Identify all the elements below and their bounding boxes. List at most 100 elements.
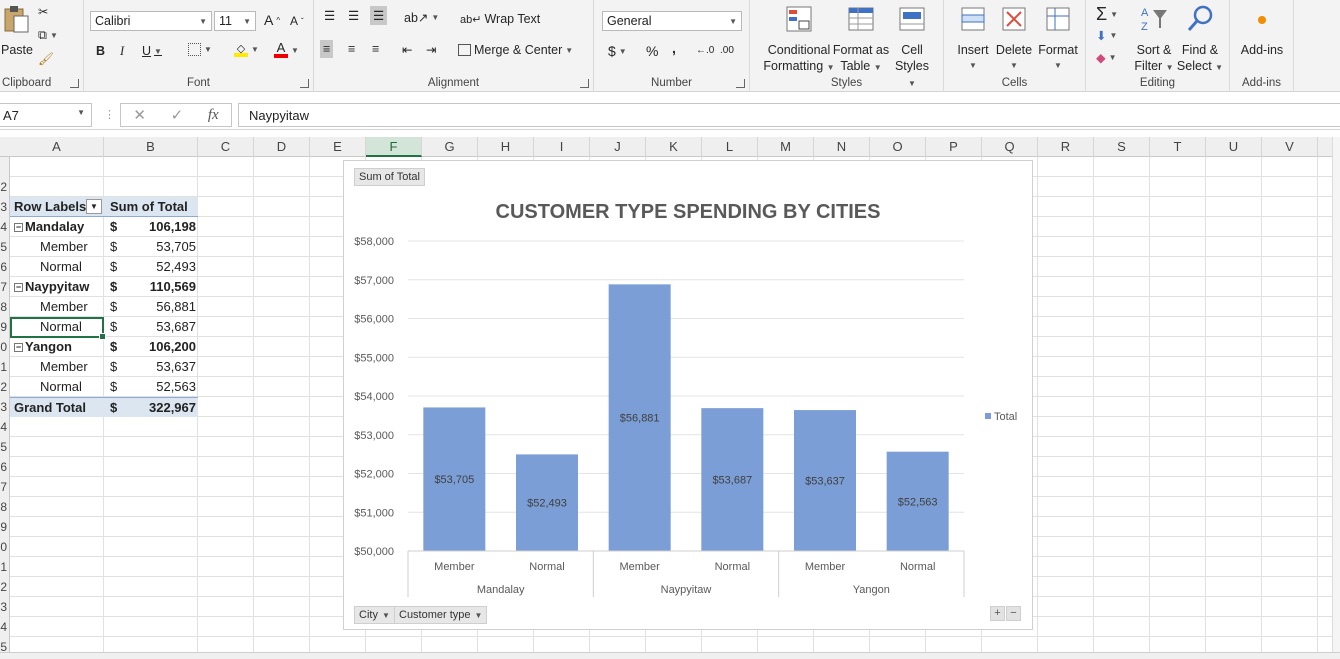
name-box[interactable]: A7 ▼ bbox=[0, 103, 92, 127]
underline-button[interactable]: U ▼ bbox=[142, 44, 162, 58]
number-format-combo[interactable]: General ▼ bbox=[602, 11, 742, 31]
chart-legend[interactable]: Total bbox=[985, 411, 1017, 423]
row-header[interactable]: 6 bbox=[0, 457, 7, 477]
horizontal-scrollbar[interactable] bbox=[0, 652, 1340, 659]
clipboard-launcher-icon[interactable] bbox=[70, 79, 79, 88]
column-header[interactable]: S bbox=[1094, 137, 1150, 157]
pivot-detail-row[interactable]: Member $56,881 bbox=[10, 297, 198, 317]
pivot-group-row[interactable]: − Mandalay $106,198 bbox=[10, 217, 198, 237]
value-field-button[interactable]: Sum of Total bbox=[354, 168, 425, 186]
pivot-group-row[interactable]: − Yangon $106,200 bbox=[10, 337, 198, 357]
font-size-combo[interactable]: 11 ▼ bbox=[214, 11, 256, 31]
middle-align-button[interactable]: ☰ bbox=[348, 8, 359, 23]
insert-function-button[interactable]: fx bbox=[208, 107, 219, 124]
row-header[interactable]: 5 bbox=[0, 437, 7, 457]
bottom-align-button[interactable]: ☰ bbox=[370, 6, 388, 25]
column-header[interactable]: Q bbox=[982, 137, 1038, 157]
conditional-formatting-button[interactable]: Conditional Formatting ▼ bbox=[758, 4, 840, 76]
increase-indent-button[interactable]: ⇥ bbox=[426, 42, 436, 57]
column-header[interactable]: L bbox=[702, 137, 758, 157]
row-header[interactable]: 3 bbox=[0, 197, 7, 217]
formula-input[interactable]: Naypyitaw bbox=[238, 103, 1340, 127]
align-center-button[interactable]: ≡ bbox=[348, 42, 355, 56]
column-header[interactable]: O bbox=[870, 137, 926, 157]
row-header[interactable]: 4 bbox=[0, 617, 7, 637]
column-header[interactable]: B bbox=[104, 137, 198, 157]
column-header[interactable]: R bbox=[1038, 137, 1094, 157]
expand-field-button[interactable]: + bbox=[990, 606, 1005, 621]
column-header[interactable]: N bbox=[814, 137, 870, 157]
collapse-icon[interactable]: − bbox=[14, 223, 23, 232]
addins-button[interactable]: Add-ins bbox=[1236, 4, 1288, 58]
row-header[interactable]: 6 bbox=[0, 257, 7, 277]
autosum-button[interactable]: Σ ▼ bbox=[1096, 4, 1118, 25]
pivot-detail-row[interactable]: Normal $52,563 bbox=[10, 377, 198, 397]
currency-button[interactable]: $ ▼ bbox=[608, 43, 627, 59]
column-header[interactable]: P bbox=[926, 137, 982, 157]
row-header[interactable]: 4 bbox=[0, 417, 7, 437]
column-header[interactable]: U bbox=[1206, 137, 1262, 157]
vertical-scrollbar[interactable] bbox=[1332, 137, 1340, 652]
column-header[interactable]: D bbox=[254, 137, 310, 157]
row-header[interactable]: 8 bbox=[0, 297, 7, 317]
row-header[interactable]: 9 bbox=[0, 317, 7, 337]
cut-button[interactable]: ✂ bbox=[38, 4, 48, 19]
collapse-icon[interactable]: − bbox=[14, 283, 23, 292]
pivot-detail-row[interactable]: Normal $52,493 bbox=[10, 257, 198, 277]
sort-filter-button[interactable]: AZ Sort & Filter ▼ bbox=[1132, 4, 1176, 76]
customer-type-field-button[interactable]: Customer type ▼ bbox=[394, 606, 488, 624]
find-select-button[interactable]: Find & Select ▼ bbox=[1176, 4, 1224, 76]
alignment-launcher-icon[interactable] bbox=[580, 79, 589, 88]
italic-button[interactable]: I bbox=[120, 44, 124, 59]
paste-button[interactable]: Paste bbox=[0, 4, 34, 58]
percent-button[interactable]: % bbox=[646, 43, 658, 59]
column-header[interactable]: I bbox=[534, 137, 590, 157]
font-name-combo[interactable]: Calibri ▼ bbox=[90, 11, 212, 31]
font-color-button[interactable]: A ▼ bbox=[274, 41, 299, 58]
row-header[interactable]: 4 bbox=[0, 217, 7, 237]
fill-button[interactable]: ⬇ ▼ bbox=[1096, 28, 1117, 43]
row-header[interactable]: 2 bbox=[0, 377, 7, 397]
row-header[interactable]: 0 bbox=[0, 337, 7, 357]
grow-font-button[interactable]: A ^ bbox=[264, 12, 280, 28]
number-launcher-icon[interactable] bbox=[736, 79, 745, 88]
column-header[interactable]: M bbox=[758, 137, 814, 157]
increase-decimal-button[interactable]: ←.0 bbox=[696, 45, 714, 56]
orientation-button[interactable]: ab↗ ▼ bbox=[404, 10, 439, 25]
column-header[interactable]: E bbox=[310, 137, 366, 157]
row-header[interactable]: 3 bbox=[0, 397, 7, 417]
row-header[interactable]: 0 bbox=[0, 537, 7, 557]
row-header[interactable]: 8 bbox=[0, 497, 7, 517]
align-left-button[interactable]: ≡ bbox=[320, 40, 334, 58]
delete-button[interactable]: Delete ▼ bbox=[994, 4, 1034, 74]
borders-button[interactable]: ▼ bbox=[188, 43, 212, 56]
shrink-font-button[interactable]: Aˇ bbox=[290, 14, 304, 28]
pivot-detail-row[interactable]: Member $53,705 bbox=[10, 237, 198, 257]
column-header[interactable]: C bbox=[198, 137, 254, 157]
row-header[interactable]: 9 bbox=[0, 517, 7, 537]
top-align-button[interactable]: ☰ bbox=[324, 8, 335, 23]
column-header[interactable]: V bbox=[1262, 137, 1318, 157]
row-labels-filter-button[interactable]: ▼ bbox=[86, 199, 102, 214]
align-right-button[interactable]: ≡ bbox=[372, 42, 379, 56]
row-header[interactable]: 1 bbox=[0, 557, 7, 577]
collapse-field-button[interactable]: − bbox=[1006, 606, 1021, 621]
column-header[interactable]: G bbox=[422, 137, 478, 157]
comma-style-button[interactable]: , bbox=[672, 40, 676, 56]
merge-center-button[interactable]: Merge & Center ▼ bbox=[458, 43, 573, 57]
format-painter-button[interactable]: 🖌 bbox=[38, 52, 54, 67]
city-field-button[interactable]: City ▼ bbox=[354, 606, 395, 624]
fill-color-button[interactable]: ◇ ▼ bbox=[234, 42, 259, 57]
font-launcher-icon[interactable] bbox=[300, 79, 309, 88]
format-as-table-button[interactable]: Format as Table ▼ bbox=[832, 4, 890, 76]
column-header[interactable]: J bbox=[590, 137, 646, 157]
pivot-detail-row[interactable]: Member $53,637 bbox=[10, 357, 198, 377]
row-header[interactable]: 7 bbox=[0, 477, 7, 497]
decrease-indent-button[interactable]: ⇤ bbox=[402, 42, 412, 57]
row-header[interactable]: 3 bbox=[0, 597, 7, 617]
format-button[interactable]: Format ▼ bbox=[1036, 4, 1080, 74]
insert-button[interactable]: Insert ▼ bbox=[954, 4, 992, 74]
row-header[interactable]: 2 bbox=[0, 577, 7, 597]
row-header[interactable]: 1 bbox=[0, 357, 7, 377]
cancel-icon[interactable]: ✕ bbox=[133, 106, 146, 124]
